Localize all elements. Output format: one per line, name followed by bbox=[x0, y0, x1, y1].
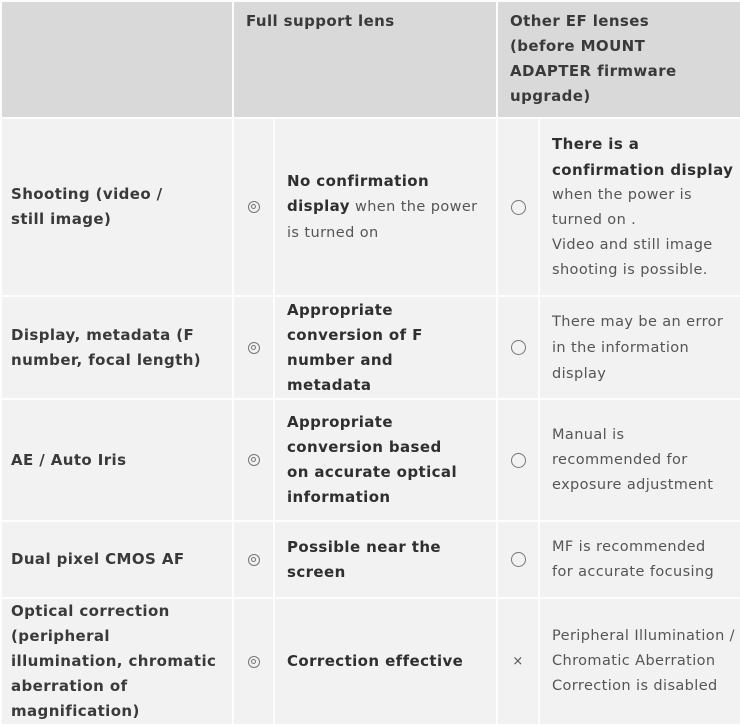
other-ef-description: MF is recommended for accurate focusing bbox=[538, 520, 740, 599]
table-row-shooting: Shooting (video / still image) No confir… bbox=[0, 117, 740, 297]
feature-label: Optical correction (peripheral illuminat… bbox=[0, 597, 234, 726]
circle-icon bbox=[496, 295, 540, 400]
full-support-description: Possible near the screen bbox=[273, 520, 498, 599]
double-circle-icon bbox=[232, 295, 275, 400]
full-support-description: Correction effective bbox=[273, 597, 498, 726]
table-row-ae-auto-iris: AE / Auto Iris Appropriate conversion ba… bbox=[0, 398, 740, 522]
feature-label: AE / Auto Iris bbox=[0, 398, 234, 522]
header-feature bbox=[0, 0, 234, 119]
feature-label: Shooting (video / still image) bbox=[0, 117, 234, 297]
header-full-support-lens: Full support lens bbox=[232, 0, 498, 119]
other-ef-description: There is a confirmation display when the… bbox=[538, 117, 740, 297]
circle-icon bbox=[496, 398, 540, 522]
other-ef-description: There may be an error in the information… bbox=[538, 295, 740, 400]
full-support-description: No confirmation display when the power i… bbox=[273, 117, 498, 297]
circle-icon bbox=[496, 117, 540, 297]
full-support-description: Appropriate conversion of F number and m… bbox=[273, 295, 498, 400]
feature-label: Display, metadata (F number, focal lengt… bbox=[0, 295, 234, 400]
circle-icon bbox=[496, 520, 540, 599]
double-circle-icon bbox=[232, 597, 275, 726]
header-other-ef-lenses: Other EF lenses (before MOUNT ADAPTER fi… bbox=[496, 0, 740, 119]
double-circle-icon bbox=[232, 398, 275, 522]
table-row-dual-pixel-af: Dual pixel CMOS AF Possible near the scr… bbox=[0, 520, 740, 599]
other-ef-description: Manual is recommended for exposure adjus… bbox=[538, 398, 740, 522]
lens-compatibility-table: Full support lens Other EF lenses (befor… bbox=[0, 0, 740, 726]
table-row-display-metadata: Display, metadata (F number, focal lengt… bbox=[0, 295, 740, 400]
other-ef-description: Peripheral Illumination / Chromatic Aber… bbox=[538, 597, 740, 726]
full-support-description: Appropriate conversion based on accurate… bbox=[273, 398, 498, 522]
table-row-optical-correction: Optical correction (peripheral illuminat… bbox=[0, 597, 740, 726]
header-row: Full support lens Other EF lenses (befor… bbox=[0, 0, 740, 119]
double-circle-icon bbox=[232, 520, 275, 599]
feature-label: Dual pixel CMOS AF bbox=[0, 520, 234, 599]
cross-icon: × bbox=[496, 597, 540, 726]
double-circle-icon bbox=[232, 117, 275, 297]
